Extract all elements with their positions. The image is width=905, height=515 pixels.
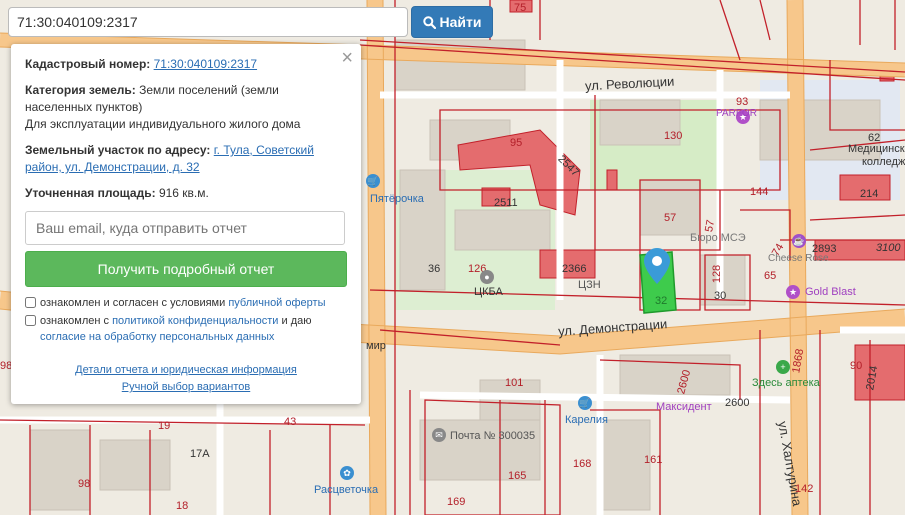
shop-icon: 🛒	[578, 396, 592, 410]
cadastral-number-link[interactable]: 71:30:040109:2317	[154, 57, 257, 71]
offer-consent-checkbox[interactable]	[25, 297, 36, 308]
poi-label: ЦКБА	[474, 286, 503, 298]
privacy-consent-text: ознакомлен с	[40, 315, 113, 327]
privacy-consent-row: ознакомлен с политикой конфиденциальност…	[25, 313, 347, 345]
plot-number: 2600	[725, 397, 750, 409]
poi-label: PARFOR	[716, 108, 757, 119]
plot-number: 214	[860, 188, 879, 200]
poi-zdes-apteka[interactable]: +	[776, 360, 793, 374]
close-icon[interactable]: ×	[341, 48, 353, 68]
plot-number: 18	[176, 500, 189, 512]
poi-pyaterochka[interactable]: 🛒	[366, 174, 383, 188]
plot-number: 3100	[876, 242, 901, 254]
poi-label: Gold Blast	[805, 286, 856, 298]
poi-label: Почта № 300035	[450, 430, 536, 442]
plot-number: 161	[644, 454, 663, 466]
poi-gold-blast[interactable]: ★	[786, 285, 803, 299]
plot-number: 101	[505, 377, 524, 389]
poi-label: ЦЗН	[578, 279, 601, 291]
poi-label: Расцветочка	[314, 484, 379, 496]
get-report-button[interactable]: Получить подробный отчет	[25, 251, 347, 287]
poi-label: Cheese Rose	[768, 253, 829, 264]
cafe-icon: ☕	[792, 234, 806, 248]
plot-number: 95	[510, 137, 523, 149]
plot-number: 142	[795, 483, 814, 495]
address-label: Земельный участок по адресу:	[25, 143, 211, 157]
poi-label: Бюро МСЭ	[690, 232, 746, 244]
get-report-button-label: Получить подробный отчет	[97, 261, 275, 277]
manual-selection-link[interactable]: Ручной выбор вариантов	[11, 379, 361, 396]
plot-number: 36	[428, 263, 441, 275]
plot-number: 43	[284, 416, 297, 428]
plot-number: 98	[78, 478, 91, 490]
plot-number: 93	[736, 96, 749, 108]
find-button-label: Найти	[439, 14, 482, 30]
poi-label: Пятёрочка	[370, 193, 424, 205]
panel-footer-links: Детали отчета и юридическая информация Р…	[11, 362, 361, 396]
plot-number: 168	[573, 458, 592, 470]
poi-rascvetochka[interactable]: ✿	[340, 466, 357, 480]
mail-icon: ✉	[432, 428, 446, 442]
plot-number: 169	[447, 496, 466, 508]
plot-number: 144	[750, 186, 769, 198]
search-icon	[422, 15, 436, 29]
plot-number: 32	[655, 295, 668, 307]
privacy-policy-link[interactable]: политикой конфиденциальности	[112, 315, 278, 327]
plot-info-panel: × Кадастровый номер: 71:30:040109:2317 К…	[11, 44, 361, 404]
land-category-row: Категория земель: Земли поселений (земли…	[25, 82, 347, 133]
area-value: 916 кв.м.	[158, 186, 209, 200]
plot-number: 2366	[562, 263, 587, 275]
plot-number: 19	[158, 420, 171, 432]
personal-data-consent-link[interactable]: согласие на обработку персональных данны…	[40, 331, 274, 343]
shop-icon: 🛒	[366, 174, 380, 188]
plot-number: 65	[764, 270, 777, 282]
poi-karelia[interactable]: 🛒	[578, 396, 595, 410]
plot-number: 30	[714, 290, 727, 302]
poi-label: Карелия	[565, 414, 608, 426]
public-offer-link[interactable]: публичной оферты	[228, 297, 325, 309]
land-usage-value: Для эксплуатации индивидуального жилого …	[25, 117, 301, 131]
land-category-label: Категория земель:	[25, 83, 136, 97]
poi-label: Максидент	[656, 401, 712, 413]
find-button[interactable]: Найти	[411, 6, 493, 38]
flower-icon: ✿	[340, 466, 354, 480]
poi-cheese-rose[interactable]: ☕	[792, 234, 809, 248]
email-field[interactable]	[25, 211, 345, 245]
plot-number: 17А	[190, 448, 210, 460]
cadastral-number-row: Кадастровый номер: 71:30:040109:2317	[25, 56, 347, 73]
location-pin-icon[interactable]	[644, 248, 670, 284]
cadastral-search-input[interactable]	[8, 7, 408, 37]
poi-ckba[interactable]: ●	[480, 270, 497, 284]
plot-number: 130	[664, 130, 683, 142]
cadastral-number-label: Кадастровый номер:	[25, 57, 151, 71]
building-icon: ●	[480, 270, 494, 284]
poi-label: колледж	[862, 156, 905, 168]
street-label: мир	[366, 340, 386, 352]
report-details-link[interactable]: Детали отчета и юридическая информация	[11, 362, 361, 379]
plot-number: 90	[850, 360, 863, 372]
plot-number: 57	[703, 218, 718, 234]
plot-number: 2511	[494, 197, 518, 209]
plot-number: 57	[664, 212, 677, 224]
privacy-consent-mid-text: и даю	[278, 315, 312, 327]
area-label: Уточненная площадь:	[25, 186, 156, 200]
offer-consent-row: ознакомлен и согласен с условиями публич…	[25, 295, 347, 311]
poi-label: Здесь аптека	[752, 377, 820, 389]
plot-number: 128	[711, 264, 724, 284]
privacy-consent-checkbox[interactable]	[25, 315, 36, 326]
pharmacy-icon: +	[776, 360, 790, 374]
plot-number: 75	[514, 2, 527, 14]
poi-pochta[interactable]: ✉	[432, 428, 449, 442]
poi-label: Медицинск	[848, 143, 905, 155]
address-row: Земельный участок по адресу: г. Тула, Со…	[25, 142, 347, 176]
area-row: Уточненная площадь: 916 кв.м.	[25, 185, 347, 202]
beauty-icon: ★	[786, 285, 800, 299]
plot-number: 165	[508, 470, 527, 482]
offer-consent-text: ознакомлен и согласен с условиями	[40, 297, 229, 309]
